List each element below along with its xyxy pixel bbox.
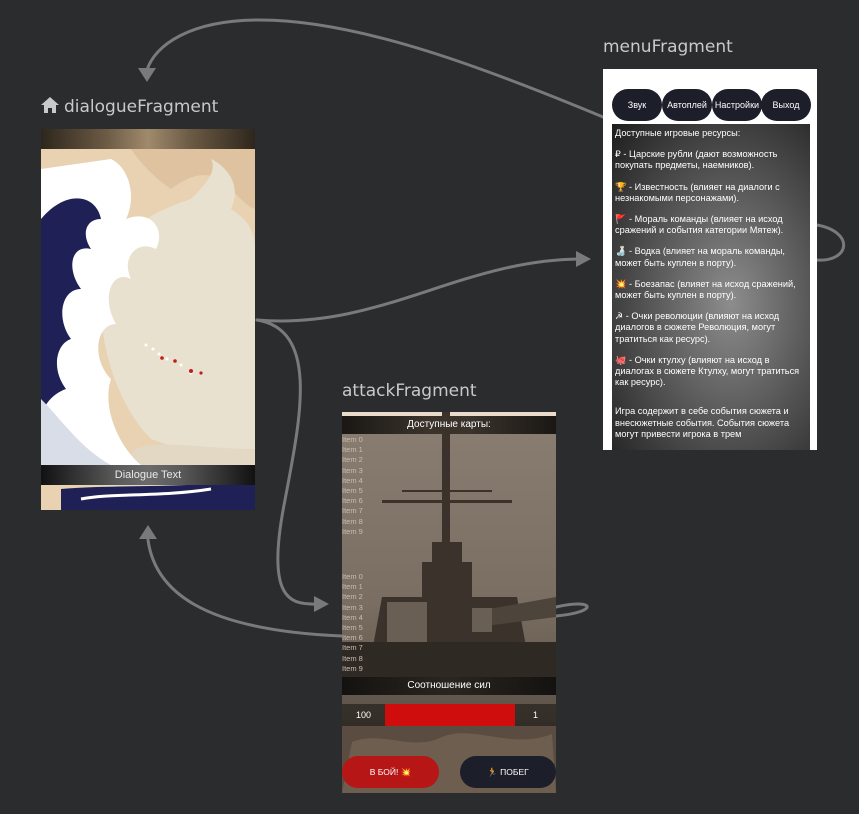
arrowhead-to-dialogue-top: [138, 68, 156, 82]
list-item[interactable]: Item 2: [342, 592, 382, 602]
tab-exit[interactable]: Выход: [761, 89, 811, 121]
tab-autoplay[interactable]: Автоплей: [662, 89, 712, 121]
tab-sound[interactable]: Звук: [612, 89, 662, 121]
dialogue-top-bar: [41, 129, 255, 149]
list-item[interactable]: Item 4: [342, 476, 382, 486]
dialogue-fragment-label[interactable]: dialogueFragment: [40, 96, 218, 117]
dialogue-text: Dialogue Text: [41, 465, 255, 485]
available-cards-title: Доступные карты:: [342, 416, 556, 434]
edge-dialogue-to-attack: [255, 318, 320, 606]
dialogue-fragment-title: dialogueFragment: [64, 97, 219, 117]
list-item[interactable]: Item 3: [342, 603, 382, 613]
edge-attack-to-dialogue: [146, 538, 344, 638]
list-item[interactable]: Item 1: [342, 445, 382, 455]
list-item[interactable]: Item 9: [342, 664, 382, 674]
resource-ammo: 💥 - Боезапас (влияет на исход сражений, …: [615, 278, 796, 301]
resources-panel[interactable]: Доступные игровые ресурсы: ₽ - Царские р…: [612, 124, 810, 450]
edge-attack-self-loop: [554, 602, 589, 618]
arrowhead-to-menu: [576, 251, 591, 267]
list-item[interactable]: Item 8: [342, 517, 382, 527]
cards-list-bottom[interactable]: Item 0 Item 1 Item 2 Item 3 Item 4 Item …: [342, 572, 382, 674]
dialogue-fragment-preview[interactable]: Dialogue Text: [41, 129, 255, 510]
resource-fame: 🏆 - Известность (влияет на диалоги с нез…: [615, 181, 780, 203]
attack-fragment-label[interactable]: attackFragment: [342, 381, 477, 401]
list-item[interactable]: Item 6: [342, 633, 382, 643]
list-item[interactable]: Item 7: [342, 643, 382, 653]
cards-list-top[interactable]: Item 0 Item 1 Item 2 Item 3 Item 4 Item …: [342, 435, 382, 537]
resource-morale: 🚩 - Мораль команды (влияет на исход сраж…: [615, 214, 784, 236]
force-ratio-row: 100 1: [342, 704, 556, 726]
list-item[interactable]: Item 7: [342, 506, 382, 516]
flee-button[interactable]: 🏃 ПОБЕГ: [460, 756, 556, 788]
list-item[interactable]: Item 5: [342, 623, 382, 633]
resource-cthulhu: 🐙 - Очки ктулху (влияют на исход в диало…: [615, 354, 800, 388]
list-item[interactable]: Item 6: [342, 496, 382, 506]
force-ratio-bar: [385, 704, 515, 726]
great-wave-artwork: [41, 149, 255, 510]
edge-dialogue-to-menu: [255, 257, 582, 323]
menu-fragment-label[interactable]: menuFragment: [603, 37, 733, 57]
list-item[interactable]: Item 8: [342, 654, 382, 664]
list-item[interactable]: Item 9: [342, 527, 382, 537]
edge-menu-self-loop: [815, 223, 846, 262]
fight-button[interactable]: В БОЙ! 💥: [342, 756, 439, 788]
menu-fragment-preview[interactable]: Звук Автоплей Настройки Выход Доступные …: [603, 69, 817, 450]
list-item[interactable]: Item 0: [342, 572, 382, 582]
list-item[interactable]: Item 3: [342, 466, 382, 476]
enemy-force-value: 1: [515, 704, 556, 726]
home-icon: [41, 97, 59, 113]
resources-heading: Доступные игровые ресурсы:: [615, 128, 741, 138]
resource-rubles: ₽ - Царские рубли (дают возможность поку…: [615, 149, 778, 171]
menu-tab-bar: Звук Автоплей Настройки Выход: [611, 89, 811, 121]
player-force-value: 100: [342, 704, 385, 726]
list-item[interactable]: Item 0: [342, 435, 382, 445]
arrowhead-to-dialogue-bottom: [139, 525, 157, 539]
list-item[interactable]: Item 4: [342, 613, 382, 623]
list-item[interactable]: Item 5: [342, 486, 382, 496]
tab-settings[interactable]: Настройки: [712, 89, 762, 121]
attack-fragment-preview[interactable]: Доступные карты: Item 0 Item 1 Item 2 It…: [342, 412, 556, 793]
list-item[interactable]: Item 1: [342, 582, 382, 592]
resources-text: Доступные игровые ресурсы: ₽ - Царские р…: [615, 128, 807, 450]
resource-revolution: ☭ - Очки революции (влияют на исход диал…: [615, 311, 780, 344]
force-ratio-label: Соотношение сил: [342, 677, 556, 695]
game-description: Игра содержит в себе события сюжета и вн…: [615, 406, 790, 439]
resource-vodka: 🍶 - Водка (влияет на мораль команды, мож…: [615, 246, 785, 268]
arrowhead-to-attack: [314, 596, 329, 612]
list-item[interactable]: Item 2: [342, 455, 382, 465]
